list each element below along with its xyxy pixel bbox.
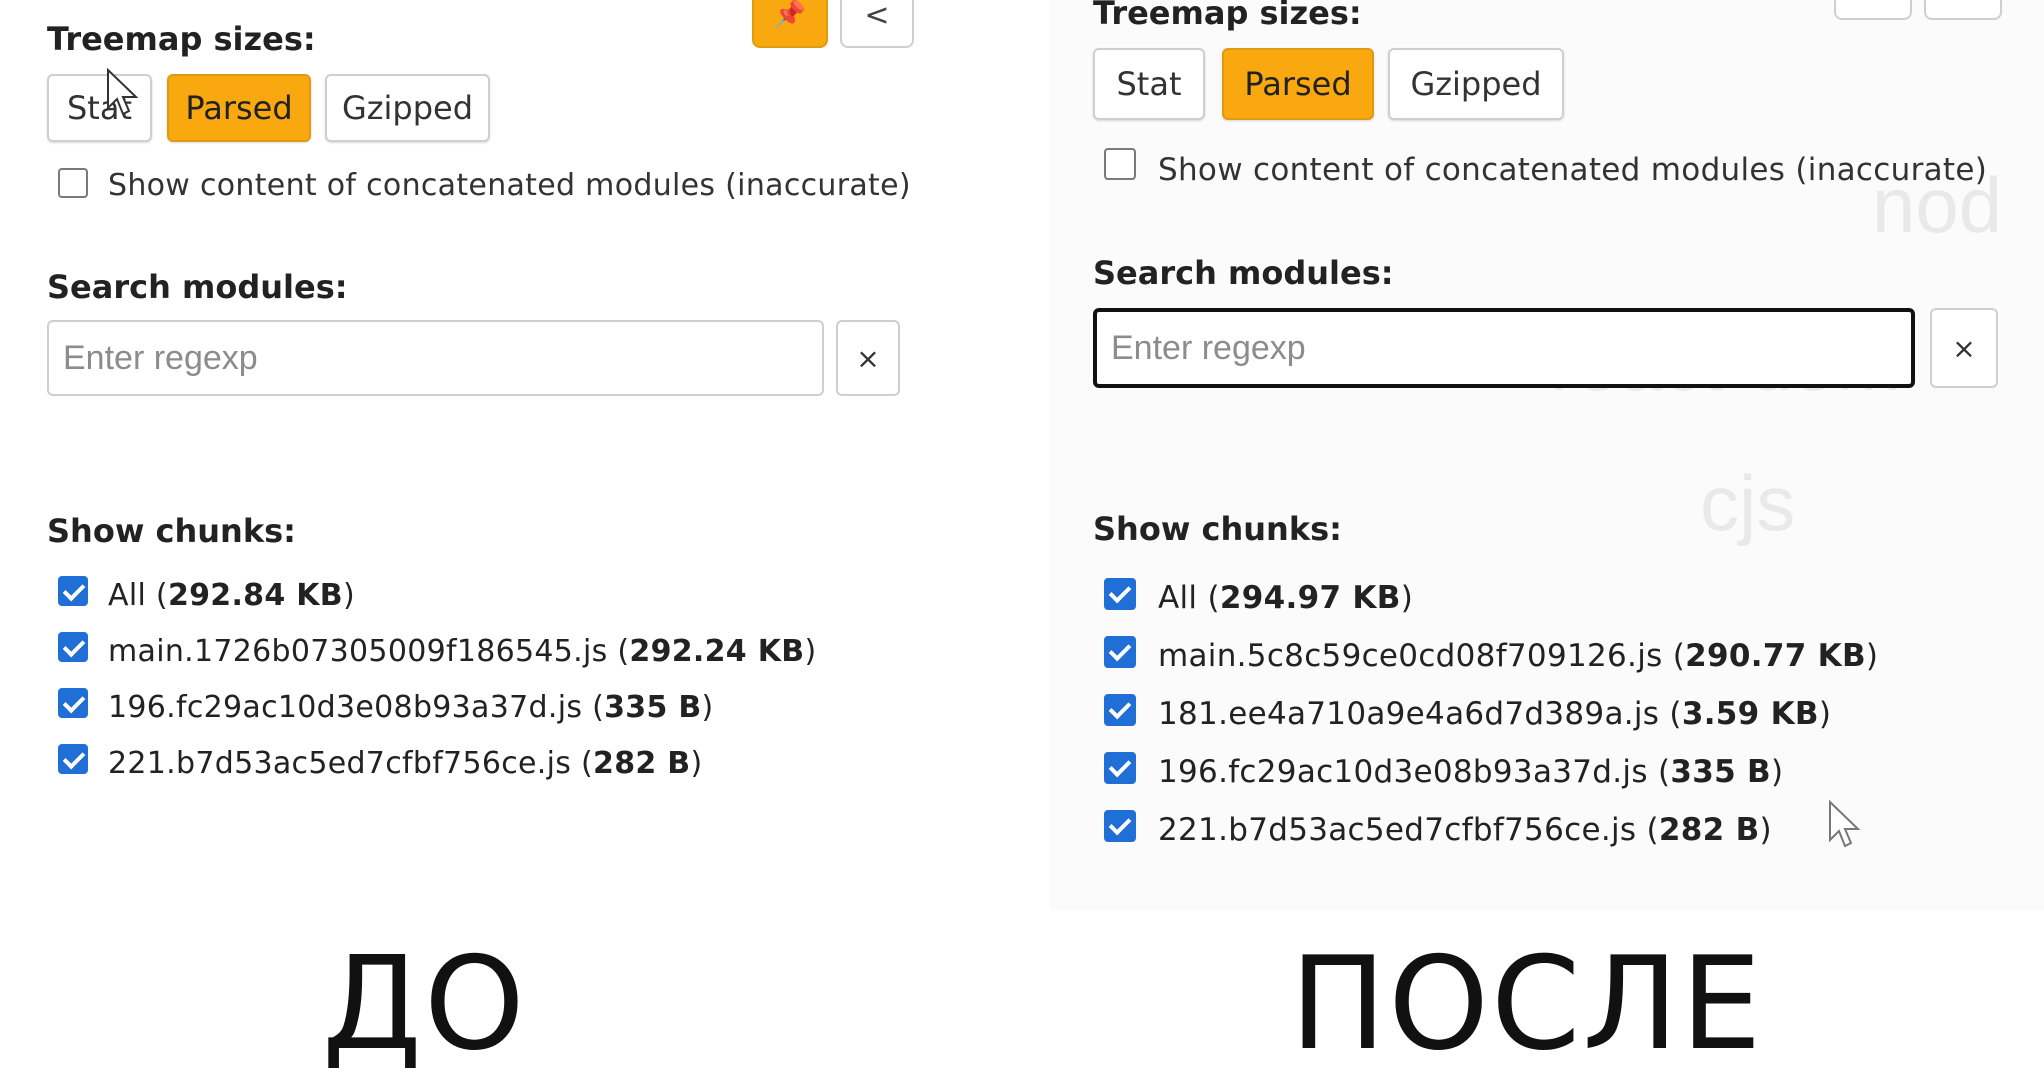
treemap-sizes-heading: Treemap sizes: — [47, 20, 316, 58]
pin-button[interactable]: 📌 — [752, 0, 828, 48]
chunk-name: All — [108, 578, 147, 613]
gzipped-button[interactable]: Gzipped — [325, 74, 490, 142]
background-label: cjs — [1700, 459, 1796, 547]
collapse-button[interactable] — [1924, 0, 2002, 20]
chunk-checkbox-main[interactable] — [58, 632, 88, 662]
chunk-checkbox-all[interactable] — [58, 576, 88, 606]
close-icon: × — [1952, 331, 1976, 365]
chunk-label: All (292.84 KB) — [108, 578, 355, 613]
search-modules-heading: Search modules: — [47, 268, 348, 306]
chunk-checkbox-221[interactable] — [58, 744, 88, 774]
pin-button[interactable] — [1834, 0, 1912, 20]
treemap-sizes-heading: Treemap sizes: — [1093, 0, 1362, 32]
show-chunks-heading: Show chunks: — [47, 512, 296, 550]
gzipped-button[interactable]: Gzipped — [1388, 48, 1564, 120]
sidebar-after: nod react-dom cjs Treemap sizes: Stat Pa… — [1050, 0, 2044, 910]
chunk-name: 196.fc29ac10d3e08b93a37d.js — [108, 690, 583, 725]
chunk-checkbox-196[interactable] — [58, 688, 88, 718]
close-icon: × — [856, 341, 880, 375]
chunk-size: 335 B — [1670, 754, 1771, 790]
chunk-label: 221.b7d53ac5ed7cfbf756ce.js (282 B) — [108, 746, 703, 781]
chunk-name: 196.fc29ac10d3e08b93a37d.js — [1158, 754, 1648, 790]
chunk-name: All — [1158, 580, 1198, 616]
concatenated-modules-checkbox[interactable] — [58, 168, 88, 198]
mouse-cursor-icon — [1829, 800, 1861, 848]
parsed-button[interactable]: Parsed — [1222, 48, 1374, 120]
chunk-label: main.1726b07305009f186545.js (292.24 KB) — [108, 634, 817, 669]
chunk-name: 181.ee4a710a9e4a6d7d389a.js — [1158, 696, 1660, 732]
chunk-checkbox-196[interactable] — [1104, 752, 1136, 784]
chunk-label: 221.b7d53ac5ed7cfbf756ce.js (282 B) — [1158, 812, 1772, 848]
chunk-size: 282 B — [1658, 812, 1760, 848]
clear-search-button[interactable]: × — [836, 320, 900, 396]
clear-search-button[interactable]: × — [1930, 308, 1998, 388]
sidebar-before: 📌 < Treemap sizes: Stat Parsed Gzipped S… — [0, 0, 1000, 880]
chunk-label: 196.fc29ac10d3e08b93a37d.js (335 B) — [108, 690, 714, 725]
concatenated-modules-checkbox[interactable] — [1104, 148, 1136, 180]
concatenated-modules-label: Show content of concatenated modules (in… — [1158, 152, 1988, 188]
stat-button[interactable]: Stat — [1093, 48, 1205, 120]
chunk-name: 221.b7d53ac5ed7cfbf756ce.js — [108, 746, 572, 781]
chunk-size: 292.84 KB — [167, 578, 343, 613]
chunk-size: 282 B — [593, 746, 691, 781]
mouse-cursor-icon — [107, 68, 139, 116]
search-input[interactable] — [1093, 308, 1915, 388]
chevron-left-icon: < — [864, 0, 890, 33]
chunk-checkbox-181[interactable] — [1104, 694, 1136, 726]
after-caption: ПОСЛЕ — [1290, 930, 1764, 1079]
chunk-size: 294.97 KB — [1219, 580, 1401, 616]
search-modules-heading: Search modules: — [1093, 254, 1394, 292]
chunk-label: All (294.97 KB) — [1158, 580, 1414, 616]
chunk-size: 292.24 KB — [629, 634, 805, 669]
chunk-size: 335 B — [604, 690, 702, 725]
concatenated-modules-label: Show content of concatenated modules (in… — [108, 168, 911, 203]
chunk-checkbox-all[interactable] — [1104, 578, 1136, 610]
search-input[interactable] — [47, 320, 824, 396]
chunk-label: main.5c8c59ce0cd08f709126.js (290.77 KB) — [1158, 638, 1879, 674]
before-caption: ДО — [322, 930, 527, 1079]
chunk-checkbox-221[interactable] — [1104, 810, 1136, 842]
pin-icon: 📌 — [773, 0, 807, 30]
chunk-name: 221.b7d53ac5ed7cfbf756ce.js — [1158, 812, 1637, 848]
chunk-label: 196.fc29ac10d3e08b93a37d.js (335 B) — [1158, 754, 1784, 790]
chunk-checkbox-main[interactable] — [1104, 636, 1136, 668]
chunk-label: 181.ee4a710a9e4a6d7d389a.js (3.59 KB) — [1158, 696, 1832, 732]
chunk-name: main.1726b07305009f186545.js — [108, 634, 608, 669]
chunk-size: 3.59 KB — [1681, 696, 1819, 732]
show-chunks-heading: Show chunks: — [1093, 510, 1342, 548]
parsed-button[interactable]: Parsed — [167, 74, 311, 142]
chunk-name: main.5c8c59ce0cd08f709126.js — [1158, 638, 1663, 674]
chunk-size: 290.77 KB — [1685, 638, 1866, 674]
collapse-button[interactable]: < — [840, 0, 914, 48]
